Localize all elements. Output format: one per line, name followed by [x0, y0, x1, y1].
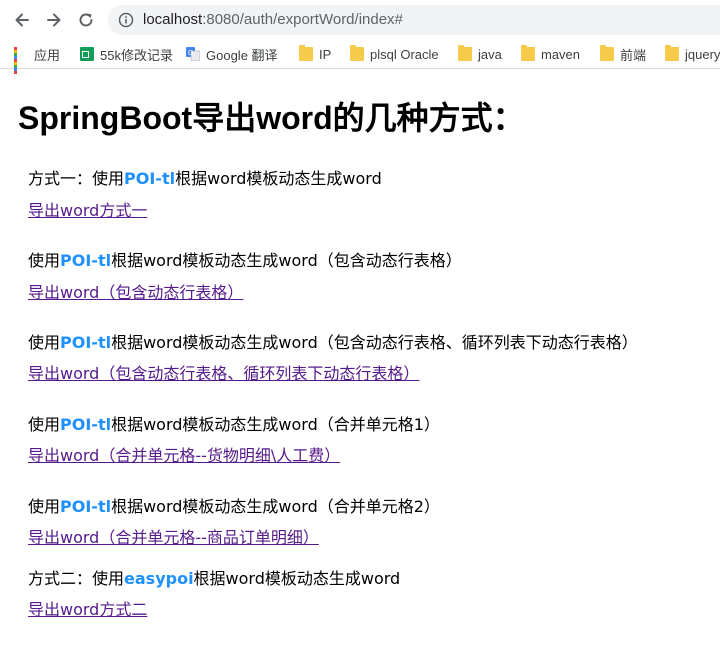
svg-text:G: G	[188, 50, 193, 57]
bookmark-google-translate[interactable]: G Google 翻译	[186, 44, 278, 64]
bookmark-apps[interactable]: 应用	[14, 44, 61, 74]
folder-icon	[350, 45, 364, 61]
method-description: 方式一：使用POI-tl根据word模板动态生成word	[28, 165, 382, 189]
bookmark-folder-maven[interactable]: maven	[521, 44, 580, 64]
library-name: easypoi	[124, 569, 194, 588]
method-description: 使用POI-tl根据word模板动态生成word（合并单元格1）	[28, 411, 440, 435]
reload-button[interactable]	[70, 4, 102, 36]
desc-suffix: 根据word模板动态生成word（合并单元格1）	[111, 415, 440, 434]
bookmark-folder-jquery[interactable]: jquery	[665, 44, 720, 64]
method-description: 使用POI-tl根据word模板动态生成word（包含动态行表格、循环列表下动态…	[28, 329, 638, 353]
info-icon[interactable]	[118, 12, 134, 28]
bookmark-label: maven	[541, 46, 581, 62]
desc-suffix: 根据word模板动态生成word（包含动态行表格、循环列表下动态行表格）	[111, 333, 638, 352]
bookmarks-bar: 应用 55k修改记录 G Google 翻译 IP plsql Oracle j…	[0, 40, 720, 74]
bookmark-label: Google 翻译	[206, 47, 278, 63]
desc-prefix: 使用	[28, 251, 61, 270]
method-description: 方式二：使用easypoi根据word模板动态生成word	[28, 565, 400, 589]
bookmark-folder-ip[interactable]: IP	[299, 44, 331, 64]
method-description: 使用POI-tl根据word模板动态生成word（包含动态行表格）	[28, 247, 462, 271]
library-name: POI-tl	[60, 251, 112, 270]
export-word-merge-cells-1-link[interactable]: 导出word（合并单元格--货物明细\人工费）	[28, 442, 340, 466]
desc-prefix: 使用	[28, 333, 61, 352]
library-name: POI-tl	[60, 333, 112, 352]
desc-prefix: 方式一：使用	[28, 169, 125, 188]
bookmark-folder-frontend[interactable]: 前端	[600, 44, 646, 64]
apps-grid-icon	[14, 47, 28, 74]
export-word-method-2-link[interactable]: 导出word方式二	[28, 596, 147, 620]
bookmark-folder-plsql[interactable]: plsql Oracle	[350, 44, 439, 64]
forward-button[interactable]	[38, 4, 70, 36]
export-word-dynamic-table-link[interactable]: 导出word（包含动态行表格）	[28, 279, 243, 303]
export-word-method-1-link[interactable]: 导出word方式一	[28, 197, 147, 221]
reload-icon	[79, 13, 93, 27]
bookmark-55k[interactable]: 55k修改记录	[80, 44, 173, 64]
back-button[interactable]	[6, 4, 38, 36]
export-word-merge-cells-2-link[interactable]: 导出word（合并单元格--商品订单明细）	[28, 524, 319, 548]
desc-prefix: 使用	[28, 497, 61, 516]
bookmark-folder-java[interactable]: java	[458, 44, 502, 64]
folder-icon	[600, 45, 614, 61]
address-bar[interactable]: localhost:8080/auth/exportWord/index#	[108, 5, 720, 35]
bookmark-label: java	[478, 46, 502, 62]
folder-icon	[299, 45, 313, 61]
desc-prefix: 方式二：使用	[28, 569, 125, 588]
library-name: POI-tl	[60, 415, 112, 434]
bookmark-label: 前端	[620, 47, 647, 63]
bookmark-label: plsql Oracle	[370, 46, 439, 62]
method-description: 使用POI-tl根据word模板动态生成word（合并单元格2）	[28, 493, 440, 517]
folder-icon	[458, 45, 472, 61]
desc-suffix: 根据word模板动态生成word（包含动态行表格）	[111, 251, 462, 270]
library-name: POI-tl	[124, 169, 176, 188]
bookmark-label: 应用	[34, 47, 61, 63]
arrow-right-icon	[47, 13, 61, 27]
desc-suffix: 根据word模板动态生成word（合并单元格2）	[111, 497, 440, 516]
bookmark-label: 55k修改记录	[100, 47, 173, 63]
page-content: SpringBoot导出word的几种方式： 方式一：使用POI-tl根据wor…	[0, 69, 720, 645]
browser-toolbar: localhost:8080/auth/exportWord/index#	[0, 0, 720, 40]
bookmark-label: IP	[319, 46, 332, 62]
desc-suffix: 根据word模板动态生成word	[193, 569, 401, 588]
bookmark-label: jquery	[685, 46, 720, 62]
url-text: localhost:8080/auth/exportWord/index#	[143, 11, 403, 28]
folder-icon	[521, 45, 535, 61]
export-word-loop-table-link[interactable]: 导出word（包含动态行表格、循环列表下动态行表格）	[28, 360, 419, 384]
folder-icon	[665, 45, 679, 61]
desc-suffix: 根据word模板动态生成word	[175, 169, 382, 188]
desc-prefix: 使用	[28, 415, 61, 434]
url-path: :8080/auth/exportWord/index#	[202, 11, 403, 28]
page-title: SpringBoot导出word的几种方式：	[18, 100, 525, 136]
sheets-icon	[80, 47, 94, 61]
library-name: POI-tl	[60, 497, 112, 516]
arrow-left-icon	[15, 13, 29, 27]
url-host: localhost	[143, 11, 203, 28]
google-translate-icon: G	[186, 47, 200, 61]
